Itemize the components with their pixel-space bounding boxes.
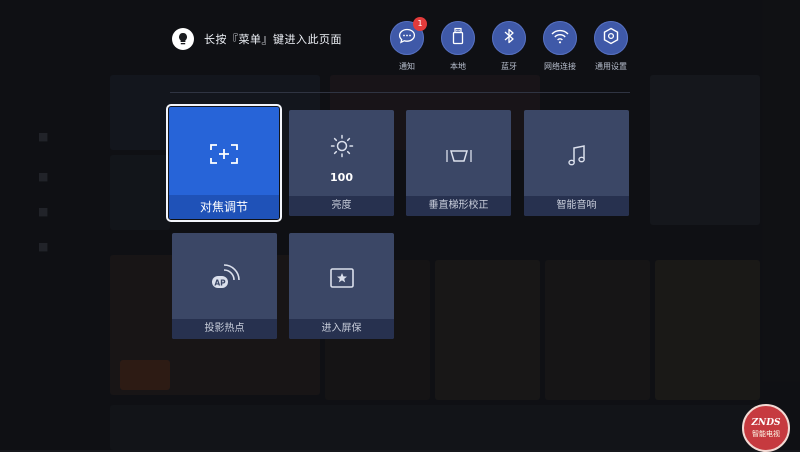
network-button[interactable]: 网络连接	[542, 21, 578, 72]
bluetooth-button[interactable]: 蓝牙	[491, 21, 527, 72]
local-button[interactable]: 本地	[440, 21, 476, 72]
svg-text:AP: AP	[214, 278, 226, 287]
tile-keystone[interactable]: 垂直梯形校正	[406, 110, 511, 216]
brightness-icon	[330, 134, 354, 162]
tile-focus-adjust-label: 对焦调节	[169, 195, 279, 219]
usb-drive-icon	[451, 27, 465, 49]
header-divider	[170, 92, 630, 93]
menu-hint: 长按『菜单』键进入此页面	[172, 28, 342, 50]
notification-badge: 1	[413, 17, 427, 31]
tile-ap-hotspot[interactable]: AP 投影热点	[172, 233, 277, 339]
settings-button[interactable]: 通用设置	[593, 21, 629, 72]
tile-brightness[interactable]: 100 亮度	[289, 110, 394, 216]
message-icon	[398, 28, 416, 48]
tile-smart-speaker-label: 智能音响	[524, 196, 629, 216]
lightbulb-icon	[172, 28, 194, 50]
tile-smart-speaker[interactable]: 智能音响	[524, 110, 629, 216]
tile-keystone-label: 垂直梯形校正	[406, 196, 511, 216]
ap-hotspot-icon: AP	[210, 263, 240, 295]
keystone-icon	[445, 148, 473, 168]
screensaver-icon	[329, 267, 355, 293]
brightness-value: 100	[330, 171, 353, 184]
tile-focus-adjust[interactable]: 对焦调节	[166, 104, 282, 222]
hint-text: 长按『菜单』键进入此页面	[204, 33, 342, 46]
tile-screensaver[interactable]: 进入屏保	[289, 233, 394, 339]
znds-watermark-logo: ZNDS 智能电视	[742, 404, 790, 452]
focus-adjust-icon	[209, 143, 239, 169]
bluetooth-icon	[503, 27, 515, 49]
tile-screensaver-label: 进入屏保	[289, 319, 394, 339]
music-note-icon	[567, 144, 587, 172]
notification-button[interactable]: 1 通知	[389, 17, 427, 72]
tile-ap-hotspot-label: 投影热点	[172, 319, 277, 339]
settings-label: 通用设置	[595, 62, 627, 71]
wifi-icon	[550, 28, 570, 48]
tile-brightness-label: 亮度	[289, 196, 394, 216]
hexagon-settings-icon	[602, 27, 620, 49]
